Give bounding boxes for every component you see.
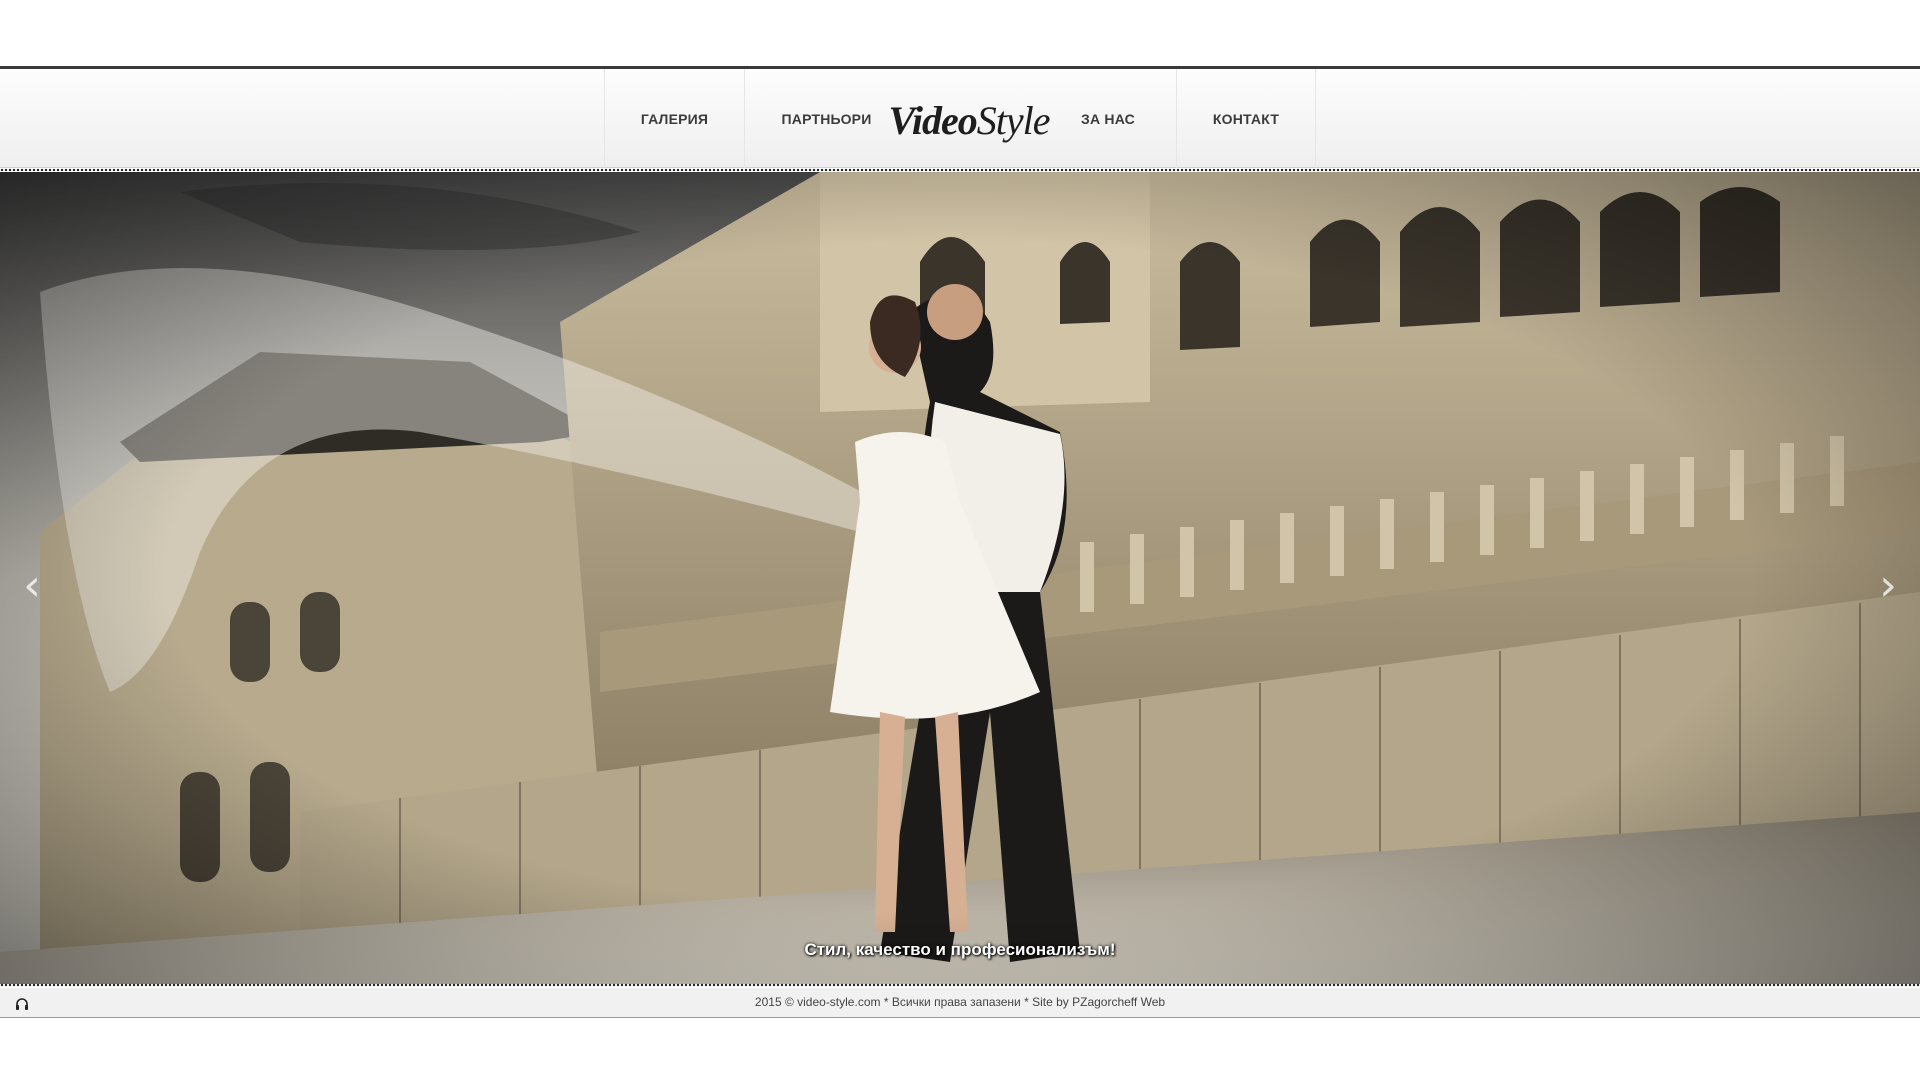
site-footer: 2015 © video-style.com * Всички права за… (0, 988, 1920, 1018)
logo-text-video: Video (888, 97, 977, 143)
hero-slider[interactable] (0, 172, 1920, 984)
slider-prev-arrow[interactable]: ‹ (12, 559, 52, 611)
top-spacer (0, 0, 1920, 67)
hero-caption: Стил, качество и професионализъм! (804, 940, 1116, 959)
slider-next-arrow[interactable]: › (1868, 559, 1908, 611)
logo-text-style: Style (976, 97, 1051, 143)
nav-item-gallery[interactable]: ГАЛЕРИЯ (604, 69, 744, 168)
nav-item-label: ЗА НАС (1081, 110, 1135, 127)
bottom-dotted-border (0, 983, 1920, 987)
nav-item-contact[interactable]: КОНТАКТ (1176, 69, 1316, 168)
nav-item-about[interactable]: ЗА НАС (1040, 69, 1176, 168)
chevron-left-icon: ‹ (23, 559, 41, 611)
nav-item-label: ГАЛЕРИЯ (640, 110, 709, 127)
chevron-right-icon: › (1879, 559, 1897, 611)
nav-item-label: КОНТАКТ (1212, 110, 1280, 127)
footer-copyright: 2015 © video-style.com * Всички права за… (754, 995, 1166, 1009)
site-logo[interactable]: Video Style (884, 75, 1054, 165)
hero-photo (0, 172, 1920, 984)
nav-item-label: ПАРТНЬОРИ (781, 110, 872, 127)
main-navbar: ГАЛЕРИЯ ПАРТНЬОРИ Video Style ЗА НАС КОНТ… (0, 69, 1920, 168)
